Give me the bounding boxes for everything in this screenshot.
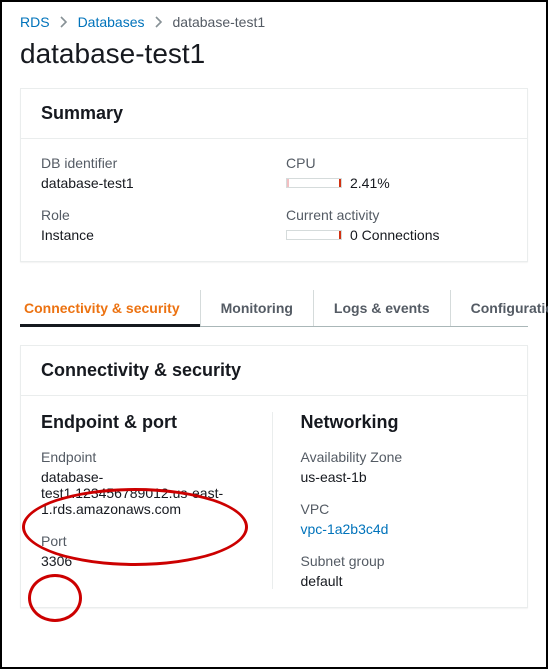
activity-text: 0 Connections <box>350 227 440 243</box>
cpu-text: 2.41% <box>350 175 390 191</box>
endpoint-label: Endpoint <box>41 449 248 465</box>
port-label: Port <box>41 533 248 549</box>
tabs: Connectivity & security Monitoring Logs … <box>20 290 528 327</box>
cpu-meter <box>286 178 342 188</box>
breadcrumb-current: database-test1 <box>173 14 266 30</box>
activity-label: Current activity <box>286 207 507 223</box>
breadcrumb: RDS Databases database-test1 <box>2 2 546 38</box>
cpu-label: CPU <box>286 155 507 171</box>
db-identifier-label: DB identifier <box>41 155 262 171</box>
chevron-right-icon <box>60 16 68 28</box>
cpu-value: 2.41% <box>286 175 507 191</box>
subnet-value: default <box>301 573 508 589</box>
vpc-label: VPC <box>301 501 508 517</box>
summary-panel: Summary DB identifier database-test1 Rol… <box>20 88 528 262</box>
summary-header: Summary <box>21 89 527 139</box>
activity-value: 0 Connections <box>286 227 507 243</box>
tab-monitoring[interactable]: Monitoring <box>200 290 313 326</box>
role-value: Instance <box>41 227 262 243</box>
breadcrumb-rds[interactable]: RDS <box>20 14 50 30</box>
endpoint-port-title: Endpoint & port <box>41 412 248 433</box>
breadcrumb-databases[interactable]: Databases <box>78 14 145 30</box>
tab-configuration[interactable]: Configuration <box>450 290 548 326</box>
activity-meter <box>286 230 342 240</box>
endpoint-value: database-test1.123456789012.us-east-1.rd… <box>41 469 248 517</box>
chevron-right-icon <box>155 16 163 28</box>
role-label: Role <box>41 207 262 223</box>
tab-connectivity[interactable]: Connectivity & security <box>20 290 200 326</box>
az-label: Availability Zone <box>301 449 508 465</box>
connectivity-header: Connectivity & security <box>21 346 527 396</box>
vpc-link[interactable]: vpc-1a2b3c4d <box>301 521 389 537</box>
az-value: us-east-1b <box>301 469 508 485</box>
connectivity-panel: Connectivity & security Endpoint & port … <box>20 345 528 608</box>
port-value: 3306 <box>41 553 248 569</box>
page-title: database-test1 <box>2 38 546 88</box>
db-identifier-value: database-test1 <box>41 175 262 191</box>
networking-title: Networking <box>301 412 508 433</box>
subnet-label: Subnet group <box>301 553 508 569</box>
tab-logs[interactable]: Logs & events <box>313 290 450 326</box>
